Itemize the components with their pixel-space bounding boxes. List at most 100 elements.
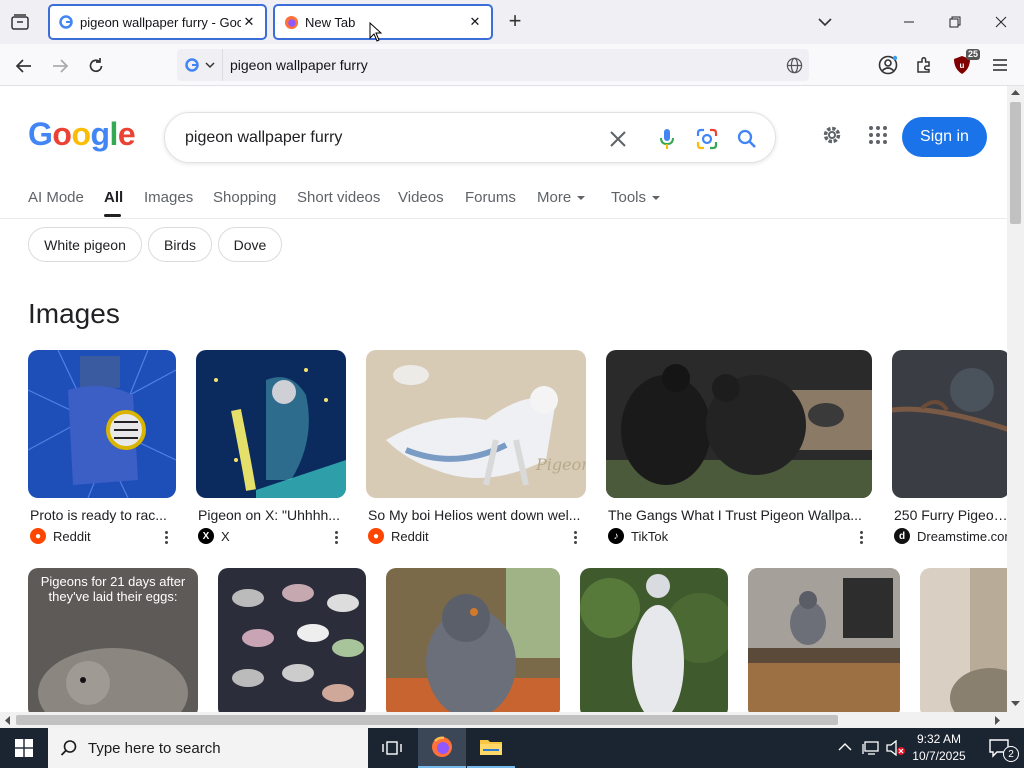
image-thumbnail[interactable] [580, 568, 728, 712]
image-source[interactable]: d Dreamstime.com [894, 528, 1007, 544]
tab-list-icon [11, 14, 29, 30]
horizontal-scrollbar[interactable] [0, 712, 1007, 728]
tab-short-videos[interactable]: Short videos [297, 189, 380, 206]
more-options-icon[interactable] [856, 528, 866, 546]
tab-new-tab[interactable]: New Tab ✕ [273, 4, 493, 40]
tab-videos[interactable]: Videos [398, 189, 444, 206]
minimize-button[interactable] [895, 8, 923, 36]
lens-search-button[interactable] [694, 126, 720, 152]
more-options-icon[interactable] [331, 528, 341, 546]
tab-ai-mode[interactable]: AI Mode [28, 189, 84, 206]
chevron-down-icon[interactable] [815, 12, 835, 32]
reload-icon [89, 58, 103, 73]
reload-button[interactable] [82, 52, 110, 80]
image-thumbnail[interactable] [748, 568, 900, 712]
extensions-button[interactable] [912, 53, 936, 77]
chip-birds[interactable]: Birds [148, 227, 212, 262]
image-thumbnail[interactable] [920, 568, 1007, 712]
address-bar-text[interactable]: pigeon wallpaper furry [223, 57, 809, 73]
image-thumbnail[interactable] [196, 350, 346, 498]
search-button[interactable] [734, 126, 760, 152]
search-engine-button[interactable] [177, 49, 223, 81]
tab-google-search[interactable]: pigeon wallpaper furry - Google Search ✕ [48, 4, 267, 40]
new-tab-button[interactable]: + [504, 10, 526, 32]
globe-icon[interactable] [786, 57, 803, 74]
navigation-toolbar: pigeon wallpaper furry u 25 [0, 44, 1024, 86]
account-button[interactable] [876, 53, 900, 77]
image-source[interactable]: ● Reddit [368, 528, 429, 544]
sign-in-button[interactable]: Sign in [902, 117, 987, 157]
horizontal-scroll-thumb[interactable] [16, 715, 838, 725]
image-thumbnail[interactable] [28, 350, 176, 498]
tab-more-label: More [537, 189, 572, 206]
ublock-extension-button[interactable]: u 25 [950, 49, 980, 77]
tab-title: New Tab [305, 14, 356, 30]
more-options-icon[interactable] [570, 528, 580, 546]
volume-muted-icon[interactable] [886, 740, 906, 756]
tab-more[interactable]: More [537, 189, 586, 206]
image-caption[interactable]: The Gangs What I Trust Pigeon Wallpa... [608, 507, 868, 523]
start-button[interactable] [0, 728, 48, 768]
source-name: Reddit [391, 528, 429, 544]
image-caption[interactable]: 250 Furry Pigeon S... [894, 507, 1007, 523]
tab-all[interactable]: All [104, 189, 123, 206]
image-caption[interactable]: So My boi Helios went down wel... [368, 507, 584, 523]
firefox-taskbar-button[interactable] [418, 728, 466, 768]
image-thumbnail[interactable] [892, 350, 1007, 498]
tab-forums[interactable]: Forums [465, 189, 516, 206]
more-options-icon[interactable] [161, 528, 171, 546]
search-box[interactable]: pigeon wallpaper furry [164, 112, 776, 163]
close-window-button[interactable] [987, 8, 1015, 36]
restore-button[interactable] [941, 8, 969, 36]
vertical-scrollbar[interactable] [1007, 86, 1024, 712]
clock-time: 9:32 AM [916, 732, 962, 746]
image-thumbnail[interactable] [386, 568, 560, 712]
image-caption[interactable]: Proto is ready to rac... [30, 507, 170, 523]
chip-white-pigeon[interactable]: White pigeon [28, 227, 142, 262]
caret-down-icon [577, 196, 586, 201]
close-tab-icon[interactable]: ✕ [467, 14, 483, 30]
network-icon[interactable] [862, 740, 880, 756]
caret-down-icon [652, 196, 661, 201]
forward-button[interactable] [46, 52, 74, 80]
source-name: Reddit [53, 528, 91, 544]
system-clock[interactable]: 9:32 AM 10/7/2025 [905, 731, 973, 765]
tools-button[interactable]: Tools [611, 189, 661, 206]
vertical-scroll-thumb[interactable] [1010, 102, 1021, 224]
image-thumbnail[interactable] [606, 350, 872, 498]
image-caption[interactable]: Pigeon on X: "Uhhhh... [198, 507, 344, 523]
image-source[interactable]: ● Reddit [30, 528, 91, 544]
chevron-up-icon[interactable] [838, 742, 852, 752]
tab-shopping[interactable]: Shopping [213, 189, 276, 206]
svg-text:u: u [960, 61, 965, 70]
image-source[interactable]: ♪ TikTok [608, 528, 668, 544]
address-bar[interactable]: pigeon wallpaper furry [177, 49, 809, 81]
close-tab-icon[interactable]: ✕ [241, 14, 257, 30]
back-button[interactable] [10, 52, 38, 80]
puzzle-icon [917, 56, 930, 73]
app-menu-button[interactable] [988, 53, 1012, 77]
back-arrow-icon [15, 59, 31, 73]
image-thumbnail[interactable]: Pigeons for 21 days after they've laid t… [28, 568, 198, 712]
google-logo[interactable]: Google [28, 116, 136, 153]
search-icon [737, 129, 756, 148]
google-apps-button[interactable] [865, 122, 891, 148]
taskbar-search-placeholder: Type here to search [88, 739, 221, 757]
voice-search-button[interactable] [654, 126, 680, 152]
hamburger-menu-icon [993, 59, 1007, 71]
chip-dove[interactable]: Dove [218, 227, 282, 262]
images-section-title: Images [28, 298, 120, 329]
file-explorer-taskbar-button[interactable] [467, 728, 515, 768]
image-source[interactable]: X X [198, 528, 230, 544]
notifications-button[interactable]: 2 [976, 728, 1024, 768]
image-thumbnail[interactable]: Pigeon [366, 350, 586, 498]
task-view-button[interactable] [368, 728, 416, 768]
search-input[interactable]: pigeon wallpaper furry [165, 129, 775, 147]
settings-button[interactable] [819, 122, 845, 148]
image-thumbnail[interactable] [218, 568, 366, 712]
list-all-tabs-button[interactable] [8, 10, 32, 34]
clear-search-button[interactable] [605, 126, 631, 152]
tab-images[interactable]: Images [144, 189, 193, 206]
chevron-down-icon [204, 62, 215, 69]
taskbar-search-box[interactable]: Type here to search [48, 728, 368, 768]
